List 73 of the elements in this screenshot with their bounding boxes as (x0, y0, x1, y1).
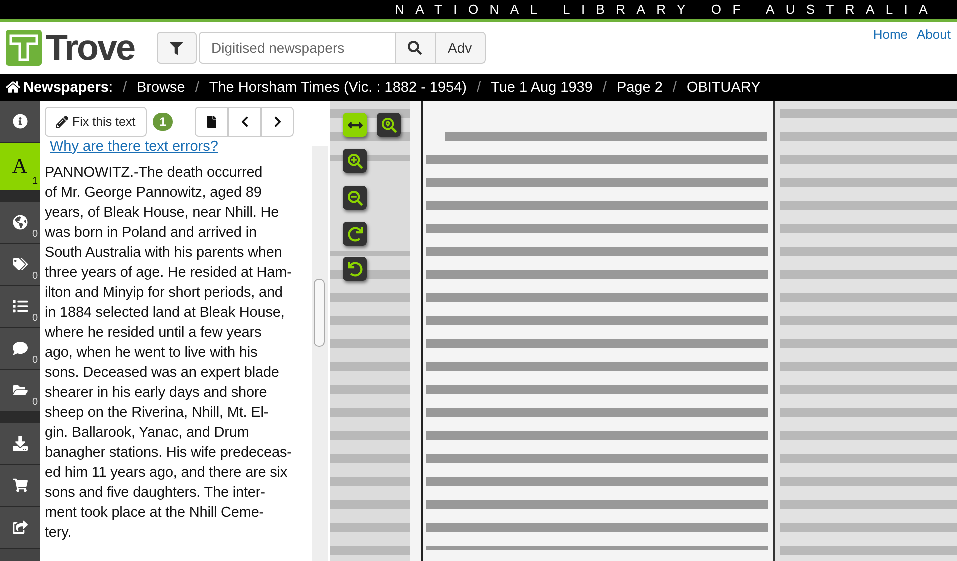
breadcrumb-link[interactable]: Browse (137, 80, 186, 96)
rotate-left-button[interactable] (343, 257, 367, 281)
logo-text[interactable]: Trove (46, 30, 135, 66)
count-label: 0 (32, 355, 38, 366)
text-tab[interactable]: A 1 (0, 143, 40, 191)
nav-link[interactable]: About (917, 27, 951, 42)
count-label: 0 (32, 397, 38, 408)
search-icon (408, 41, 422, 55)
scrollbar[interactable] (312, 146, 328, 561)
sidebar-separator (0, 412, 40, 423)
breadcrumb-separator: / (672, 80, 677, 96)
folder-icon (12, 383, 28, 398)
zoom-to-area-button[interactable] (377, 113, 401, 137)
filter-button[interactable] (156, 32, 197, 64)
sidebar-tab[interactable] (0, 507, 40, 549)
list-icon (12, 299, 28, 314)
sidebar-tab[interactable]: 0 (0, 328, 40, 370)
download-icon (12, 436, 28, 451)
next-button[interactable] (261, 107, 294, 137)
zoom-out-button[interactable] (343, 186, 367, 210)
filter-icon (170, 42, 184, 54)
search-button[interactable] (396, 32, 436, 64)
cart-icon (12, 478, 28, 493)
advanced-search-button[interactable]: Adv (436, 32, 486, 64)
sidebar-tab[interactable] (0, 423, 40, 465)
sidebar-separator (0, 191, 40, 202)
breadcrumb-link[interactable]: The Horsham Times (Vic. : 1882 - 1954) (209, 80, 468, 96)
tags-icon (12, 257, 28, 272)
sidebar-tab[interactable]: 0 (0, 286, 40, 328)
fit-width-button[interactable] (343, 113, 367, 137)
breadcrumb-root-label: Newspapers (24, 80, 109, 96)
breadcrumb-link[interactable]: OBITUARY (686, 80, 761, 96)
globe-icon (12, 215, 28, 230)
zoom-out-icon (348, 190, 362, 206)
breadcrumb-separator: / (195, 80, 200, 96)
breadcrumb-root-link[interactable]: Newspapers (6, 80, 109, 96)
comment-icon (12, 341, 28, 356)
count-label: 0 (32, 229, 38, 240)
fix-text-button[interactable]: Fix this text (45, 107, 147, 137)
help-link[interactable]: Why are there text errors? (50, 139, 330, 155)
count-label: 0 (32, 313, 38, 324)
count-label: 1 (32, 176, 38, 187)
magnifier-icon (382, 118, 396, 132)
rotate-right-button[interactable] (343, 222, 367, 246)
count-label: 0 (32, 271, 38, 282)
rotate-right-icon (348, 226, 362, 242)
breadcrumb-link[interactable]: Page 2 (616, 80, 663, 96)
zoom-in-button[interactable] (343, 149, 367, 173)
pencil-icon (56, 116, 68, 128)
breadcrumb-colon: : (108, 80, 113, 96)
home-icon (6, 80, 20, 95)
zoom-in-icon (348, 154, 362, 168)
info-icon (12, 114, 28, 129)
breadcrumb-separator: / (122, 80, 127, 96)
library-title: NATIONAL LIBRARY OF AUSTRALIA (395, 3, 939, 16)
breadcrumb-separator: / (477, 80, 482, 96)
correction-count: 1 (152, 113, 174, 131)
sidebar-tab[interactable]: 0 (0, 370, 40, 412)
sidebar-tab[interactable] (0, 465, 40, 507)
search-field[interactable]: Digitised newspapers (198, 32, 396, 64)
article-text: PANNOWITZ.-The death occurred of Mr. George Pannowitz, aged 89 years, of Bleak House, near Nhill. He was born in Poland and arrived in South Australia with his parents when three years of age. He resided at Ham- ilton and Minyip for short periods, and in 1884 selected land at Bleak House, where he resided until a few years ago, when he went to live with his sons. Deceased was an expert blade shearer in his early days and shore sheep on the Riverina, Nhill, Mt. El- gin. Ballarook, Yanac, and Drum banagher stations. His wife predeceas- ed him 11 years ago, and there are six sons and five daughters. The inter- ment took place at the Nhill Ceme- tery. (45, 164, 292, 543)
logo-icon (6, 30, 42, 66)
previous-button[interactable] (228, 107, 262, 137)
sidebar-tab[interactable]: 0 (0, 244, 40, 286)
sidebar-tab[interactable] (0, 101, 40, 143)
sidebar-tab[interactable]: 0 (0, 202, 40, 244)
rotate-left-icon (348, 262, 362, 276)
breadcrumb-link[interactable]: Tue 1 Aug 1939 (491, 80, 593, 96)
page-button[interactable] (195, 107, 228, 137)
page-icon (206, 116, 218, 128)
breadcrumb-separator: / (602, 80, 607, 96)
share-icon (12, 520, 28, 535)
nav-link[interactable]: Home (873, 27, 908, 42)
